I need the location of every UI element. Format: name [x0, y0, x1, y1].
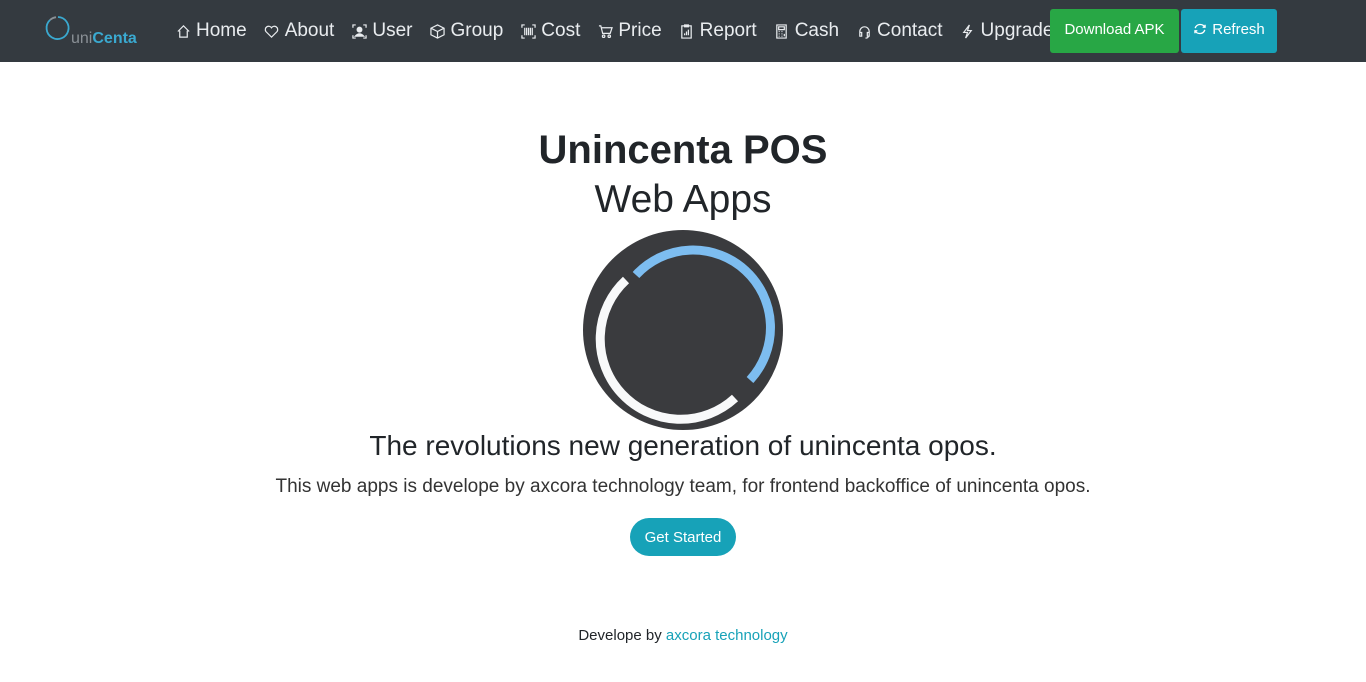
logo-ring-icon: [583, 230, 783, 430]
brand-logo[interactable]: uniCenta: [44, 14, 144, 50]
nav-cost[interactable]: Cost: [519, 20, 580, 42]
refresh-button[interactable]: Refresh: [1181, 9, 1277, 53]
tagline: The revolutions new generation of unince…: [369, 430, 997, 461]
nav-contact[interactable]: Contact: [855, 20, 943, 42]
nav-about[interactable]: About: [263, 20, 335, 42]
footer-link[interactable]: axcora technology: [666, 627, 788, 644]
home-icon: [174, 22, 192, 40]
refresh-icon: [1194, 23, 1206, 35]
nav-group-label: Group: [450, 20, 504, 41]
nav-home[interactable]: Home: [174, 20, 247, 42]
calculator-icon: [773, 22, 791, 40]
box-icon: [428, 22, 446, 40]
nav-price-label: Price: [618, 20, 662, 41]
refresh-label: Refresh: [1212, 20, 1265, 38]
nav-report[interactable]: Report: [678, 20, 757, 42]
nav-cash[interactable]: Cash: [773, 20, 839, 42]
headphones-icon: [855, 22, 873, 40]
nav-group[interactable]: Group: [428, 20, 503, 42]
navbar: uniCenta Home About User Group Cost Pric…: [0, 0, 1366, 62]
user-icon: [350, 22, 368, 40]
get-started-button[interactable]: Get Started: [630, 518, 736, 556]
nav-upgrade-label: Upgrade: [980, 20, 1054, 41]
nav-user[interactable]: User: [350, 20, 412, 42]
lightning-icon: [959, 22, 977, 40]
nav-user-label: User: [372, 20, 413, 41]
unicenta-logo: [583, 230, 783, 430]
main-nav: Home About User Group Cost Price Report: [174, 0, 1069, 62]
footer-prefix: Develope by: [578, 627, 662, 644]
lead-text: This web apps is develope by axcora tech…: [275, 476, 1091, 497]
download-apk-button[interactable]: Download APK: [1050, 9, 1179, 53]
page-subtitle: Web Apps: [594, 178, 772, 221]
barcode-icon: [519, 22, 537, 40]
nav-report-label: Report: [699, 20, 757, 41]
nav-about-label: About: [284, 20, 335, 41]
heart-icon: [263, 22, 281, 40]
nav-upgrade[interactable]: Upgrade: [959, 20, 1054, 42]
cart-icon: [596, 22, 614, 40]
clipboard-chart-icon: [678, 22, 696, 40]
page-title: Unincenta POS: [538, 128, 828, 172]
nav-cost-label: Cost: [541, 20, 581, 41]
nav-home-label: Home: [196, 20, 247, 41]
nav-contact-label: Contact: [877, 20, 943, 41]
footer: Develope by axcora technology: [0, 627, 1366, 644]
nav-price[interactable]: Price: [596, 20, 662, 42]
brand-name: uniCenta: [71, 30, 137, 47]
nav-cash-label: Cash: [794, 20, 840, 41]
brand-ring-icon: [45, 16, 70, 40]
